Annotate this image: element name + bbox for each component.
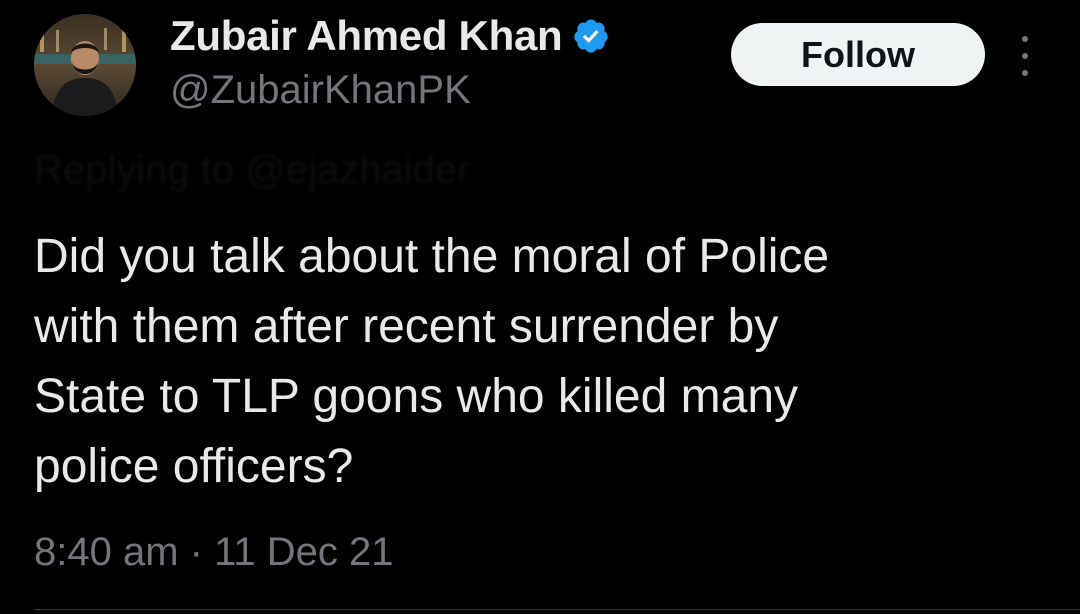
more-dot xyxy=(1022,53,1028,59)
follow-button[interactable]: Follow xyxy=(731,23,985,86)
author-display-name[interactable]: Zubair Ahmed Khan xyxy=(170,12,563,60)
divider xyxy=(34,609,1080,610)
more-options-icon[interactable] xyxy=(1012,36,1038,76)
replying-to-text: Replying to @ejazhaider xyxy=(34,148,471,192)
avatar-photo-icon xyxy=(34,14,136,116)
tweet-text: Did you talk about the moral of Police w… xyxy=(34,230,830,493)
more-dot xyxy=(1022,36,1028,42)
tweet-card: Zubair Ahmed Khan @ZubairKhanPK Follow R… xyxy=(0,0,1080,614)
more-dot xyxy=(1022,70,1028,76)
author-info: Zubair Ahmed Khan @ZubairKhanPK xyxy=(170,10,610,113)
display-name-row: Zubair Ahmed Khan xyxy=(170,10,610,62)
author-avatar[interactable] xyxy=(34,14,136,116)
verified-badge-icon[interactable] xyxy=(572,17,610,55)
tweet-timestamp[interactable]: 8:40 am · 11 Dec 21 xyxy=(34,530,393,575)
author-handle[interactable]: @ZubairKhanPK xyxy=(170,68,610,113)
